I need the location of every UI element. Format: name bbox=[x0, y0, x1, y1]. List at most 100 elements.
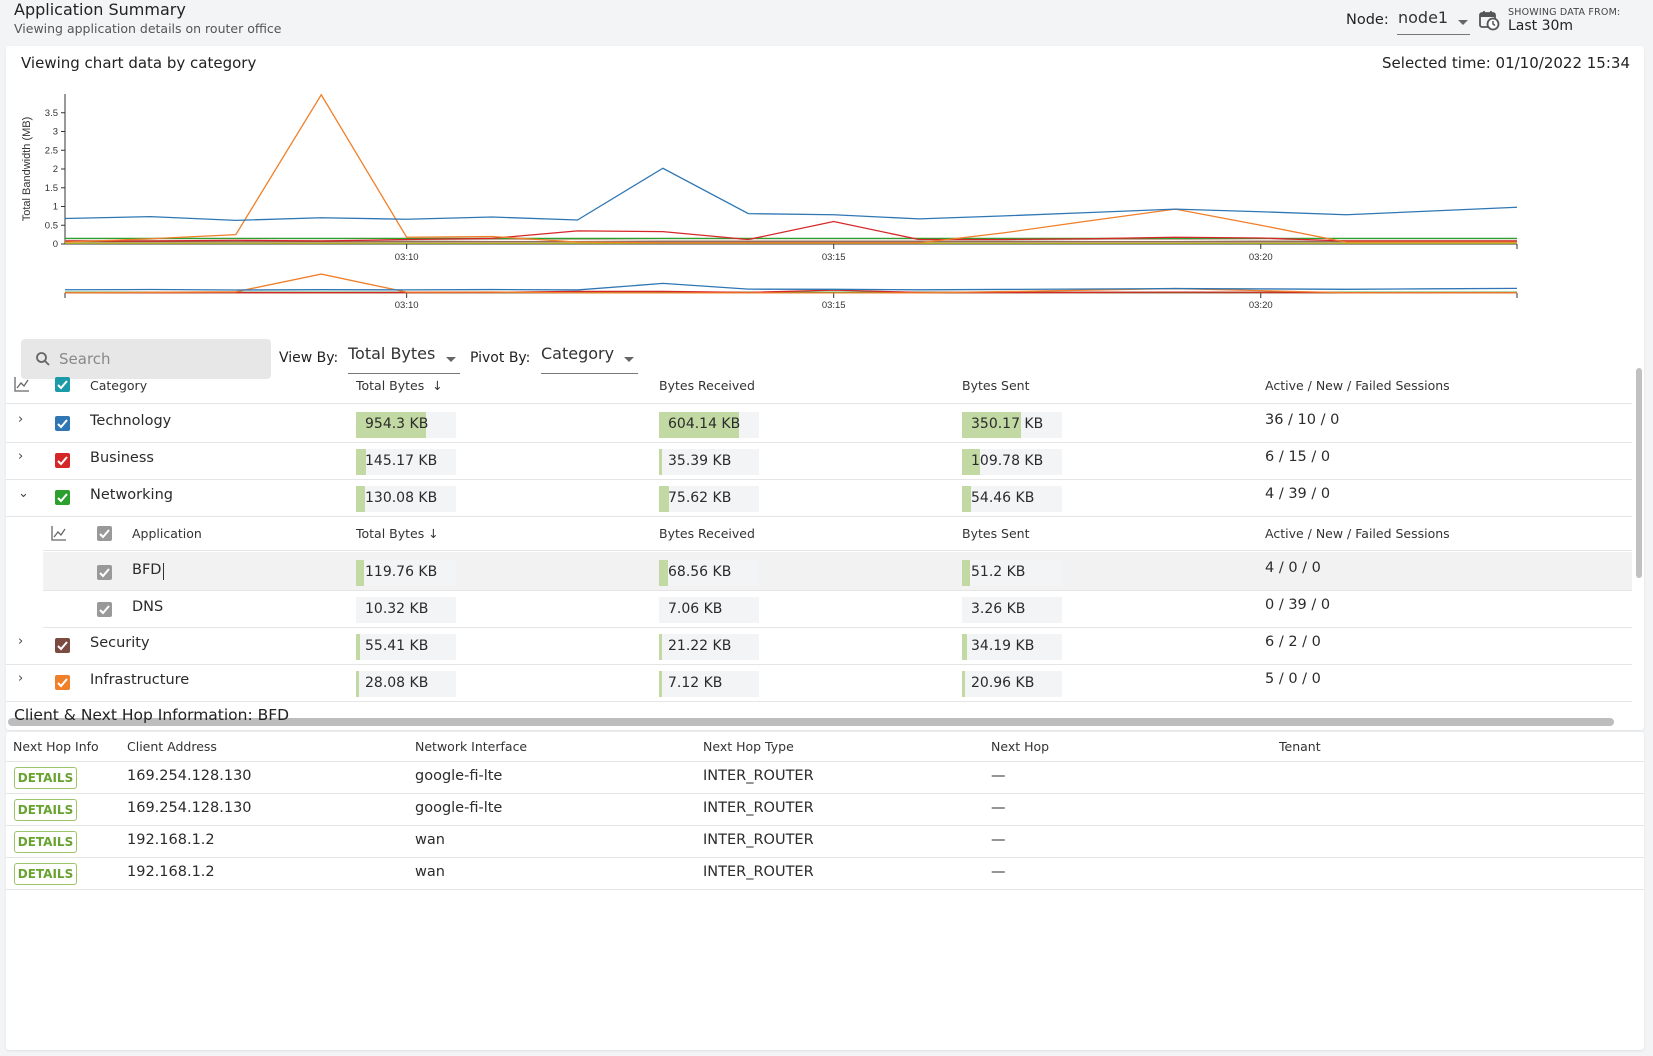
next-hop-title: Client & Next Hop Information: BFD bbox=[14, 706, 290, 724]
chevron-right-icon[interactable]: › bbox=[18, 412, 23, 427]
overview-series-line-technology bbox=[64, 282, 1518, 291]
series-line-infrastructure bbox=[64, 93, 1517, 244]
scrollbar-thumb[interactable] bbox=[1636, 368, 1642, 578]
column-header-bytes-received[interactable]: Bytes Received bbox=[659, 526, 755, 541]
details-button[interactable]: DETAILS bbox=[14, 831, 77, 853]
bytes-received-bar: 68.56 KB bbox=[659, 560, 759, 586]
column-header-network-interface: Network Interface bbox=[415, 739, 528, 754]
bytes-sent-bar: 34.19 KB bbox=[962, 634, 1062, 660]
bytes-sent-bar-fill bbox=[962, 560, 970, 586]
next-hop-table: Next Hop Info Client Address Network Int… bbox=[6, 732, 1644, 1050]
sessions-value: 4 / 0 / 0 bbox=[1265, 560, 1321, 576]
bytes-sent-bar: 3.26 KB bbox=[962, 597, 1062, 623]
bytes-received-bar-value: 604.14 KB bbox=[668, 416, 741, 432]
checkmark-icon bbox=[57, 641, 68, 651]
application-row[interactable]: BFD 119.76 KB 68.56 KB 51.2 KB 4 / 0 / 0 bbox=[43, 552, 1632, 591]
bytes-received-bar-fill bbox=[659, 671, 662, 697]
client-address: 192.168.1.2 bbox=[127, 832, 215, 848]
y-tick-label: 1 bbox=[53, 202, 58, 213]
bytes-received-bar: 7.12 KB bbox=[659, 671, 759, 697]
bytes-sent-bar: 51.2 KB bbox=[962, 560, 1062, 586]
bytes-sent-bar-value: 34.19 KB bbox=[971, 638, 1035, 654]
row-checkbox[interactable] bbox=[55, 675, 70, 690]
column-header-next-hop-info: Next Hop Info bbox=[13, 739, 99, 754]
node-select[interactable]: node1 bbox=[1397, 8, 1470, 35]
next-hop-type: INTER_ROUTER bbox=[703, 768, 814, 784]
y-tick-label: 2.5 bbox=[45, 145, 58, 156]
column-header-sessions[interactable]: Active / New / Failed Sessions bbox=[1265, 378, 1450, 393]
bytes-sent-bar-value: 51.2 KB bbox=[971, 564, 1026, 580]
column-header-bytes-sent[interactable]: Bytes Sent bbox=[962, 378, 1030, 393]
checkmark-icon bbox=[57, 678, 68, 688]
chevron-right-icon[interactable]: › bbox=[18, 671, 23, 686]
y-tick-label: 1.5 bbox=[45, 183, 58, 194]
column-header-bytes-received[interactable]: Bytes Received bbox=[659, 378, 755, 393]
bytes-sent-bar: 54.46 KB bbox=[962, 486, 1062, 512]
bytes-received-bar-value: 7.06 KB bbox=[668, 601, 723, 617]
bytes-sent-bar: 20.96 KB bbox=[962, 671, 1062, 697]
next-hop-row: DETAILS 169.254.128.130 google-fi-lte INTER… bbox=[6, 762, 1644, 794]
y-tick-label: 0.5 bbox=[45, 220, 58, 231]
checkmark-icon bbox=[57, 456, 68, 466]
application-row[interactable]: DNS 10.32 KB 7.06 KB 3.26 KB 0 / 39 / 0 bbox=[43, 589, 1632, 628]
bytes-received-bar-fill bbox=[659, 449, 662, 475]
client-address: 192.168.1.2 bbox=[127, 864, 215, 880]
bytes-sent-bar-value: 350.17 KB bbox=[971, 416, 1044, 432]
node-select-value: node1 bbox=[1398, 8, 1449, 27]
chevron-right-icon[interactable]: › bbox=[18, 449, 23, 464]
table-row[interactable]: › Business 145.17 KB 35.39 KB 109.78 KB 6 / 1… bbox=[6, 441, 1632, 480]
text-cursor bbox=[163, 563, 164, 580]
column-header-sessions[interactable]: Active / New / Failed Sessions bbox=[1265, 526, 1450, 541]
category-table: Category Total Bytes ↓ Bytes Received By… bbox=[6, 366, 1632, 728]
chart-toggle-icon[interactable] bbox=[14, 376, 30, 392]
bytes-sent-bar: 109.78 KB bbox=[962, 449, 1062, 475]
row-checkbox[interactable] bbox=[55, 490, 70, 505]
row-checkbox[interactable] bbox=[97, 565, 112, 580]
select-all-checkbox[interactable] bbox=[55, 377, 70, 392]
row-checkbox[interactable] bbox=[97, 602, 112, 617]
bandwidth-line-chart[interactable]: 0 0.5 1 1.5 2 2.5 3 3.5 Total Bandwidth (MB) 03:1… bbox=[6, 46, 1644, 321]
column-header-total-bytes[interactable]: Total Bytes ↓ bbox=[356, 378, 443, 393]
column-header-bytes-sent[interactable]: Bytes Sent bbox=[962, 526, 1030, 541]
next-hop-row: DETAILS 192.168.1.2 wan INTER_ROUTER — bbox=[6, 858, 1644, 890]
chevron-right-icon[interactable]: › bbox=[18, 634, 23, 649]
table-row[interactable]: › Technology 954.3 KB 604.14 KB 350.17 KB 36 … bbox=[6, 404, 1632, 443]
category-name: Networking bbox=[90, 487, 173, 503]
bytes-received-bar-value: 68.56 KB bbox=[668, 564, 732, 580]
column-header-application[interactable]: Application bbox=[132, 526, 202, 541]
top-bar: Application Summary Viewing application … bbox=[0, 0, 1653, 44]
category-chart-card: Viewing chart data by category Selected … bbox=[6, 46, 1644, 730]
row-checkbox[interactable] bbox=[55, 638, 70, 653]
y-tick-label: 3 bbox=[53, 127, 58, 138]
sessions-value: 0 / 39 / 0 bbox=[1265, 597, 1331, 613]
table-row[interactable]: ⌄ Networking 130.08 KB 75.62 KB 54.46 KB 4 / … bbox=[6, 478, 1632, 517]
total-bytes-bar-value: 119.76 KB bbox=[365, 564, 438, 580]
bytes-received-bar: 7.06 KB bbox=[659, 597, 759, 623]
showing-data-label: SHOWING DATA FROM: bbox=[1508, 7, 1621, 18]
chart-toggle-icon[interactable] bbox=[51, 525, 67, 541]
details-button[interactable]: DETAILS bbox=[14, 767, 77, 789]
next-hop-row: DETAILS 192.168.1.2 wan INTER_ROUTER — bbox=[6, 826, 1644, 858]
y-axis-label: Total Bandwidth (MB) bbox=[21, 117, 33, 222]
table-header-row: Category Total Bytes ↓ Bytes Received By… bbox=[6, 368, 1632, 404]
total-bytes-bar-fill bbox=[356, 671, 359, 697]
row-checkbox[interactable] bbox=[55, 453, 70, 468]
chevron-down-icon[interactable]: ⌄ bbox=[18, 486, 29, 501]
column-header-category[interactable]: Category bbox=[90, 378, 147, 393]
row-checkbox[interactable] bbox=[55, 416, 70, 431]
calendar-clock-icon[interactable] bbox=[1478, 9, 1500, 31]
overview-x-tick-label: 03:10 bbox=[395, 300, 419, 311]
column-header-label: Total Bytes bbox=[356, 526, 425, 541]
vertical-scrollbar[interactable] bbox=[1634, 366, 1644, 706]
caret-down-icon bbox=[446, 357, 456, 362]
node-label: Node: bbox=[1346, 12, 1389, 28]
sort-desc-icon: ↓ bbox=[428, 526, 439, 541]
details-button[interactable]: DETAILS bbox=[14, 863, 77, 885]
details-button[interactable]: DETAILS bbox=[14, 799, 77, 821]
select-all-apps-checkbox[interactable] bbox=[97, 526, 112, 541]
time-range-value[interactable]: Last 30m bbox=[1508, 18, 1573, 34]
y-tick-label: 3.5 bbox=[45, 108, 58, 119]
column-header-total-bytes[interactable]: Total Bytes ↓ bbox=[356, 526, 439, 541]
table-row[interactable]: › Infrastructure 28.08 KB 7.12 KB 20.96 KB 5 … bbox=[6, 663, 1632, 702]
table-row[interactable]: › Security 55.41 KB 21.22 KB 34.19 KB 6 / 2 /… bbox=[6, 626, 1632, 665]
